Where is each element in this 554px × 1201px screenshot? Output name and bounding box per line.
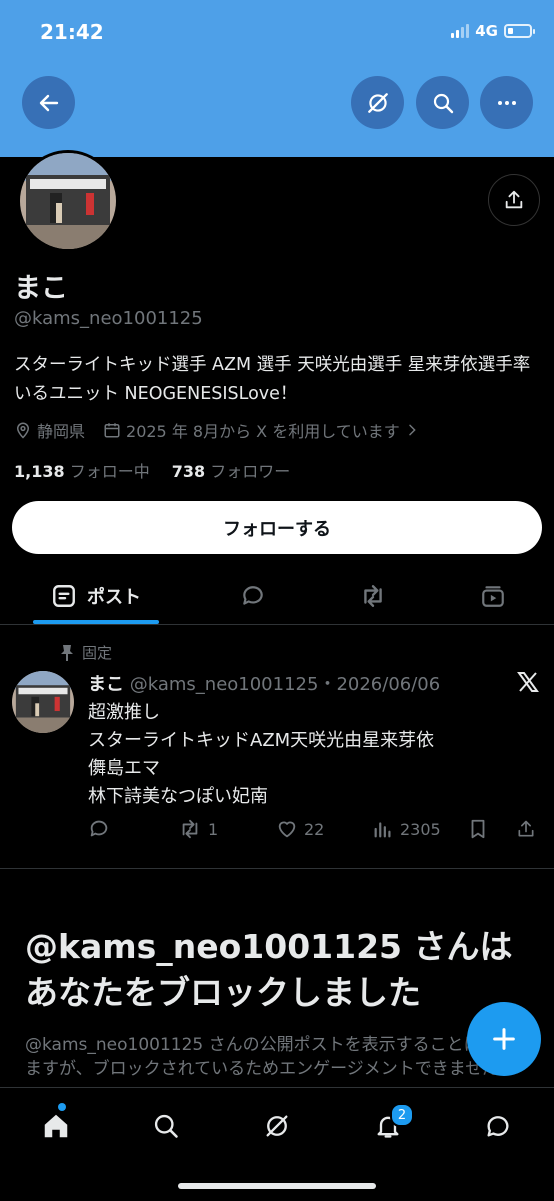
tab-posts-label: ポスト bbox=[87, 587, 141, 608]
follow-counts: 1,138 フォロー中 738 フォロワー bbox=[14, 458, 290, 482]
back-button[interactable] bbox=[22, 76, 75, 129]
posts-icon bbox=[53, 585, 75, 607]
tab-media[interactable] bbox=[472, 568, 514, 624]
status-time: 21:42 bbox=[40, 20, 104, 44]
repost-count: 1 bbox=[208, 819, 219, 839]
followers-link[interactable]: 738 フォロワー bbox=[172, 458, 291, 482]
avatar-photo bbox=[20, 153, 116, 249]
search-icon bbox=[433, 93, 453, 113]
message-icon bbox=[487, 1116, 509, 1137]
share-icon bbox=[505, 190, 523, 209]
post-line: 超激推し bbox=[88, 702, 160, 723]
reply-icon bbox=[243, 586, 263, 605]
post-line: 林下詩美なつぽい妃南 bbox=[88, 786, 268, 807]
avatar-photo bbox=[12, 671, 74, 733]
plus-icon bbox=[493, 1028, 515, 1050]
location-label: 静岡県 bbox=[37, 422, 86, 441]
reply-button[interactable] bbox=[88, 818, 110, 840]
bookmark-icon bbox=[471, 819, 485, 839]
repost-icon bbox=[364, 585, 382, 607]
home-unread-dot bbox=[58, 1103, 66, 1111]
profile-tabs: ポスト bbox=[0, 568, 554, 624]
followers-count: 738 bbox=[171, 462, 206, 481]
post-handle-date: @kams_neo1001125・2026/06/06 bbox=[129, 674, 441, 695]
nav-home[interactable] bbox=[36, 1103, 76, 1146]
share-button[interactable] bbox=[488, 174, 540, 226]
post-text[interactable]: 超激推し スターライトキッドAZM天咲光由星来芽依 儛島エマ 林下詩美なつぽい妃… bbox=[88, 699, 434, 811]
following-link[interactable]: 1,138 フォロー中 bbox=[14, 458, 150, 482]
views-icon bbox=[374, 822, 391, 838]
grok-icon bbox=[367, 92, 388, 113]
following-count: 1,138 bbox=[14, 462, 65, 481]
tab-replies[interactable] bbox=[232, 568, 274, 624]
pinned-indicator: 固定 bbox=[60, 642, 112, 663]
views-count: 2305 bbox=[400, 819, 441, 839]
following-label: フォロー中 bbox=[69, 462, 150, 481]
profile-bio: スターライトキッド選手 AZM 選手 天咲光由選手 星来芽依選手率いるユニット … bbox=[14, 355, 531, 404]
nav-search[interactable] bbox=[146, 1106, 186, 1146]
home-icon bbox=[44, 1114, 68, 1138]
post-line: スターライトキッドAZM天咲光由星来芽依 bbox=[88, 730, 435, 751]
signal-icon bbox=[451, 24, 470, 38]
follow-button[interactable]: フォローする bbox=[12, 501, 542, 554]
post-share-button[interactable] bbox=[516, 818, 536, 840]
media-icon bbox=[482, 586, 504, 607]
nav-messages[interactable] bbox=[478, 1106, 518, 1146]
joined-link[interactable]: 2025 年 8月から X を利用しています bbox=[126, 418, 400, 442]
blocked-title: @kams_neo1001125 さんはあなたをブロックしました bbox=[25, 927, 513, 1012]
status-indicators: 4G bbox=[451, 22, 535, 40]
chevron-right-icon bbox=[409, 424, 416, 436]
more-button[interactable] bbox=[480, 76, 533, 129]
notifications-badge: 2 bbox=[390, 1103, 414, 1127]
share-icon bbox=[518, 820, 534, 837]
post-author-avatar[interactable] bbox=[12, 671, 74, 733]
location-icon bbox=[16, 422, 30, 439]
like-count: 22 bbox=[304, 819, 325, 839]
blocked-description: @kams_neo1001125 さんの公開ポストを表示することはできますが、ブ… bbox=[25, 1035, 515, 1079]
post-line: 儛島エマ bbox=[88, 758, 160, 779]
tabs-divider bbox=[0, 624, 554, 625]
grok-icon bbox=[266, 1115, 288, 1137]
compose-button[interactable] bbox=[467, 1002, 541, 1076]
tab-posts[interactable]: ポスト bbox=[33, 568, 159, 624]
home-indicator bbox=[178, 1183, 376, 1189]
post-actions: 1 22 2305 bbox=[88, 818, 540, 844]
calendar-icon bbox=[104, 423, 120, 438]
grok-button[interactable] bbox=[351, 76, 404, 129]
post-header: まこ @kams_neo1001125・2026/06/06 bbox=[88, 670, 440, 696]
x-logo-icon bbox=[516, 670, 540, 698]
repost-button[interactable]: 1 bbox=[178, 818, 218, 840]
profile-name: まこ bbox=[14, 273, 68, 304]
followers-label: フォロワー bbox=[210, 462, 291, 481]
nav-grok[interactable] bbox=[257, 1106, 297, 1146]
profile-handle: @kams_neo1001125 bbox=[14, 308, 203, 329]
arrow-left-icon bbox=[39, 94, 58, 111]
pin-icon bbox=[61, 644, 73, 661]
repost-icon bbox=[182, 819, 198, 839]
heart-icon bbox=[278, 821, 296, 838]
bookmark-button[interactable] bbox=[468, 818, 488, 840]
post-author-name[interactable]: まこ bbox=[88, 674, 124, 695]
views-button[interactable]: 2305 bbox=[372, 818, 441, 840]
pinned-label: 固定 bbox=[82, 644, 113, 662]
nav-notifications[interactable]: 2 bbox=[368, 1103, 414, 1146]
more-icon bbox=[497, 100, 516, 105]
profile-meta: 静岡県 2025 年 8月から X を利用しています bbox=[14, 418, 425, 442]
tab-reposts[interactable] bbox=[352, 568, 394, 624]
network-label: 4G bbox=[475, 22, 498, 40]
battery-icon bbox=[504, 24, 535, 38]
search-icon bbox=[154, 1114, 178, 1138]
search-button[interactable] bbox=[416, 76, 469, 129]
reply-icon bbox=[90, 820, 108, 837]
like-button[interactable]: 22 bbox=[276, 818, 324, 840]
profile-avatar[interactable] bbox=[17, 150, 119, 252]
post-divider bbox=[0, 868, 554, 869]
